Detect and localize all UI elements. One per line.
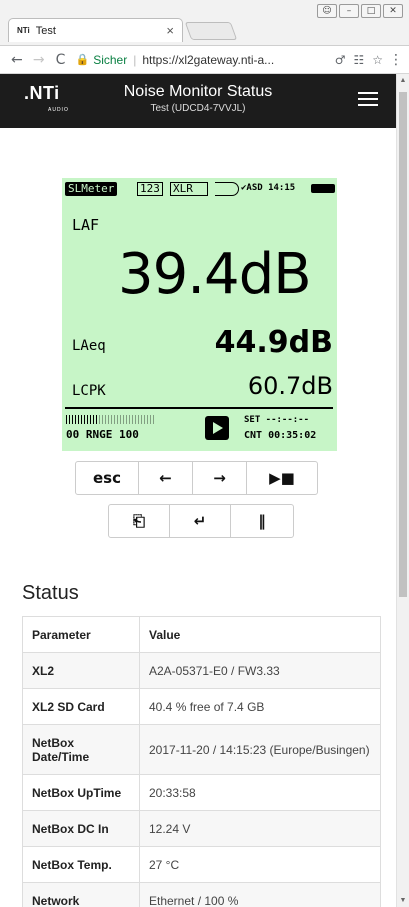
- table-row: NetBox Date/Time 2017-11-20 / 14:15:23 (…: [22, 724, 381, 775]
- user-icon[interactable]: ☺: [317, 4, 337, 18]
- asd-time: ✔ASD 14:15: [241, 183, 296, 193]
- laeq-value: 44.9dB: [214, 325, 333, 360]
- address-bar[interactable]: 🔒 Sicher | https://xl2gateway.nti-a... ♂…: [75, 49, 383, 71]
- status-heading: Status: [22, 582, 79, 604]
- lcpk-label: LCPK: [72, 383, 106, 399]
- row-value: 20:33:58: [139, 774, 381, 811]
- row-param: Network: [22, 882, 140, 907]
- row-param: NetBox Temp.: [22, 846, 140, 883]
- maximize-button[interactable]: □: [361, 4, 381, 18]
- profile-tag: 123: [137, 182, 163, 196]
- table-row: XL2 A2A-05371-E0 / FW3.33: [22, 652, 381, 689]
- column-header-value: Value: [139, 616, 381, 653]
- omnibox-icons: ♂ ☷ ☆: [335, 53, 383, 67]
- page-subtitle: Test (UDCD4-7VVJL): [150, 103, 246, 114]
- level-bar-fade: [98, 415, 156, 424]
- laeq-label: LAeq: [72, 338, 106, 354]
- row-param: NetBox DC In: [22, 810, 140, 847]
- row-value: 2017-11-20 / 14:15:23 (Europe/Busingen): [139, 724, 381, 775]
- row-value: 40.4 % free of 7.4 GB: [139, 688, 381, 725]
- range-label: 00 RNGE 100: [66, 428, 139, 441]
- table-row: Network Ethernet / 100 %: [22, 882, 381, 907]
- translate-icon[interactable]: ☷: [353, 53, 364, 67]
- control-keys-row-1: esc ← → ▶■: [75, 461, 318, 495]
- scroll-up-icon[interactable]: ▲: [397, 77, 409, 84]
- page-key[interactable]: ⎗: [108, 504, 170, 538]
- page-title: Noise Monitor Status: [123, 83, 273, 100]
- right-arrow-key[interactable]: →: [192, 461, 247, 495]
- row-param: NetBox UpTime: [22, 774, 140, 811]
- lock-icon: 🔒: [75, 54, 90, 66]
- enter-key[interactable]: ↵: [169, 504, 231, 538]
- xl2-display: SLMeter 123 XLR ✔ASD 14:15 LAF 39.4dB LA…: [62, 178, 337, 451]
- scroll-down-icon[interactable]: ▼: [397, 897, 409, 904]
- table-row: NetBox DC In 12.24 V: [22, 810, 381, 847]
- favicon-icon: NTi: [17, 26, 30, 35]
- forward-button[interactable]: →: [28, 52, 50, 68]
- pause-key[interactable]: ‖: [230, 504, 294, 538]
- display-divider: [65, 407, 333, 409]
- start-stop-key[interactable]: ▶■: [246, 461, 318, 495]
- table-row: NetBox Temp. 27 °C: [22, 846, 381, 883]
- table-row: NetBox UpTime 20:33:58: [22, 774, 381, 811]
- row-value: 27 °C: [139, 846, 381, 883]
- key-icon[interactable]: ♂: [335, 53, 346, 67]
- battery-icon: [311, 184, 335, 193]
- star-icon[interactable]: ☆: [372, 53, 383, 67]
- set-time: SET --:--:--: [244, 415, 310, 425]
- column-header-parameter: Parameter: [22, 616, 140, 653]
- secure-label: Sicher: [93, 52, 128, 67]
- input-pill: [215, 182, 239, 196]
- status-table: Parameter Value XL2 A2A-05371-E0 / FW3.3…: [22, 616, 381, 907]
- laf-label: LAF: [72, 216, 100, 234]
- control-keys-row-2: ⎗ ↵ ‖: [108, 504, 294, 538]
- esc-key[interactable]: esc: [75, 461, 139, 495]
- tab-title: Test: [35, 24, 56, 37]
- row-value: Ethernet / 100 %: [139, 882, 381, 907]
- hamburger-menu-icon[interactable]: [358, 92, 378, 106]
- url-text[interactable]: https://xl2gateway.nti-a...: [142, 53, 274, 67]
- window-controls: ☺ – □ ✕: [317, 4, 403, 18]
- divider: |: [133, 52, 137, 67]
- tab-close-icon[interactable]: ×: [166, 23, 174, 38]
- browser-titlebar: ☺ – □ ✕ NTi Test ×: [0, 0, 409, 46]
- minimize-button[interactable]: –: [339, 4, 359, 18]
- row-value: 12.24 V: [139, 810, 381, 847]
- close-window-button[interactable]: ✕: [383, 4, 403, 18]
- play-icon: [205, 416, 229, 440]
- browser-toolbar: ← → C 🔒 Sicher | https://xl2gateway.nti-…: [0, 46, 409, 74]
- row-param: NetBox Date/Time: [22, 724, 140, 775]
- input-tag: XLR: [170, 182, 208, 196]
- page-scrollbar[interactable]: ▲ ▼: [396, 74, 409, 907]
- display-topbar: SLMeter 123 XLR ✔ASD 14:15: [65, 182, 335, 196]
- browser-menu-icon[interactable]: ⋮: [389, 52, 403, 68]
- browser-tab[interactable]: NTi Test ×: [8, 18, 183, 42]
- row-param: XL2 SD Card: [22, 688, 140, 725]
- row-value: A2A-05371-E0 / FW3.33: [139, 652, 381, 689]
- table-header-row: Parameter Value: [22, 616, 381, 653]
- mode-tag: SLMeter: [65, 182, 118, 196]
- laf-value: 39.4dB: [118, 242, 312, 307]
- left-arrow-key[interactable]: ←: [138, 461, 193, 495]
- back-button[interactable]: ←: [6, 52, 28, 68]
- scroll-thumb[interactable]: [399, 92, 407, 597]
- page-header: .NTi AUDIO Noise Monitor Status Test (UD…: [0, 74, 396, 128]
- count-time: CNT 00:35:02: [244, 430, 317, 441]
- reload-button[interactable]: C: [50, 52, 72, 68]
- table-row: XL2 SD Card 40.4 % free of 7.4 GB: [22, 688, 381, 725]
- new-tab-button[interactable]: [184, 22, 238, 40]
- lcpk-value: 60.7dB: [247, 372, 333, 400]
- row-param: XL2: [22, 652, 140, 689]
